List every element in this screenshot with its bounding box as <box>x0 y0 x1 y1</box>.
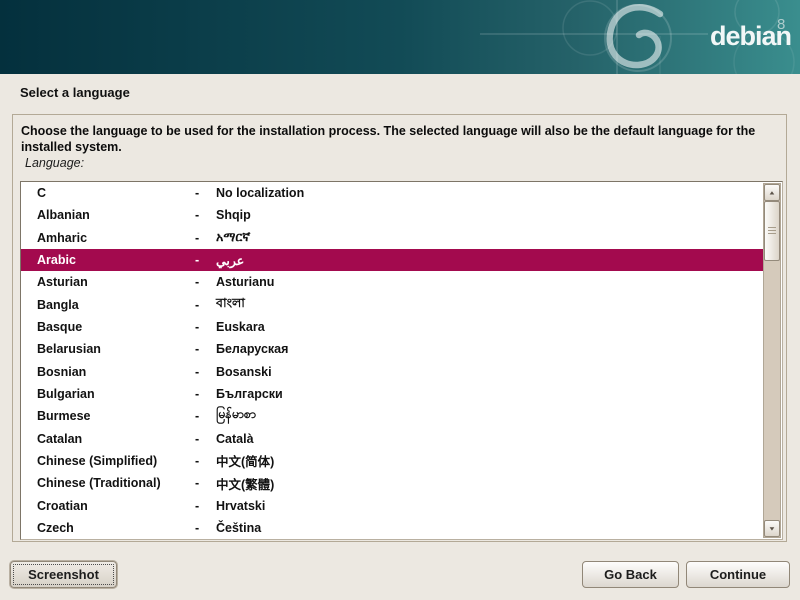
separator-dash: - <box>195 208 216 222</box>
continue-button[interactable]: Continue <box>686 561 790 588</box>
language-native: Euskara <box>216 320 763 334</box>
chevron-up-icon: ▲ <box>768 190 776 196</box>
language-native: မြန်မာစာ <box>216 407 763 425</box>
separator-dash: - <box>195 387 216 401</box>
language-row[interactable]: Bosnian-Bosanski <box>21 361 763 383</box>
language-row[interactable]: Amharic-አማርኛ <box>21 227 763 249</box>
language-native: 中文(繁體) <box>216 474 763 493</box>
language-native: Беларуская <box>216 342 763 356</box>
separator-dash: - <box>195 365 216 379</box>
separator-dash: - <box>195 476 216 490</box>
question-frame: Choose the language to be used for the i… <box>12 114 787 542</box>
separator-dash: - <box>195 275 216 289</box>
separator-dash: - <box>195 521 216 535</box>
language-row[interactable]: Czech-Čeština <box>21 517 763 539</box>
language-name: Czech <box>37 521 195 535</box>
language-name: Arabic <box>37 253 195 267</box>
separator-dash: - <box>195 432 216 446</box>
language-list: C-No localizationAlbanian-ShqipAmharic-አ… <box>20 181 783 540</box>
language-row[interactable]: Bangla-বাংলা <box>21 294 763 316</box>
language-row[interactable]: Croatian-Hrvatski <box>21 494 763 516</box>
header-banner: debian 8 <box>0 0 800 74</box>
page-title: Select a language <box>20 85 130 100</box>
language-row[interactable]: Basque-Euskara <box>21 316 763 338</box>
separator-dash: - <box>195 499 216 513</box>
language-row[interactable]: Asturian-Asturianu <box>21 271 763 293</box>
language-native: Asturianu <box>216 275 763 289</box>
chevron-down-icon: ▼ <box>768 526 776 532</box>
separator-dash: - <box>195 409 216 423</box>
language-native: Hrvatski <box>216 499 763 513</box>
language-name: C <box>37 186 195 200</box>
language-native: Bosanski <box>216 365 763 379</box>
scroll-down-button[interactable]: ▼ <box>764 520 780 537</box>
question-description: Choose the language to be used for the i… <box>21 123 771 155</box>
language-name: Bosnian <box>37 365 195 379</box>
language-native: አማርኛ <box>216 230 763 245</box>
language-row[interactable]: C-No localization <box>21 182 763 204</box>
language-name: Albanian <box>37 208 195 222</box>
language-row[interactable]: Arabic-عربي <box>21 249 763 271</box>
language-native: Български <box>216 387 763 401</box>
scrollbar-grip-icon <box>768 227 776 235</box>
scroll-up-button[interactable]: ▲ <box>764 184 780 201</box>
vertical-scrollbar[interactable]: ▲ ▼ <box>763 183 781 538</box>
language-native: 中文(简体) <box>216 451 763 470</box>
language-native: Shqip <box>216 208 763 222</box>
language-row[interactable]: Catalan-Català <box>21 427 763 449</box>
separator-dash: - <box>195 231 216 245</box>
separator-dash: - <box>195 342 216 356</box>
language-name: Croatian <box>37 499 195 513</box>
scrollbar-thumb[interactable] <box>764 201 780 261</box>
debian-banner-art: debian 8 <box>0 0 800 74</box>
language-name: Basque <box>37 320 195 334</box>
screenshot-button[interactable]: Screenshot <box>10 561 117 588</box>
language-native: No localization <box>216 186 763 200</box>
language-row[interactable]: Burmese-မြန်မာစာ <box>21 405 763 427</box>
language-row[interactable]: Albanian-Shqip <box>21 204 763 226</box>
language-label: Language: <box>25 156 84 170</box>
separator-dash: - <box>195 186 216 200</box>
language-name: Belarusian <box>37 342 195 356</box>
language-native: Català <box>216 432 763 446</box>
language-name: Burmese <box>37 409 195 423</box>
language-rows: C-No localizationAlbanian-ShqipAmharic-አ… <box>21 182 763 539</box>
separator-dash: - <box>195 320 216 334</box>
separator-dash: - <box>195 253 216 267</box>
language-name: Chinese (Traditional) <box>37 476 195 490</box>
language-name: Bulgarian <box>37 387 195 401</box>
debian-version: 8 <box>777 16 785 33</box>
language-row[interactable]: Chinese (Traditional)-中文(繁體) <box>21 472 763 494</box>
language-native: عربي <box>216 253 763 268</box>
separator-dash: - <box>195 298 216 312</box>
language-name: Asturian <box>37 275 195 289</box>
language-name: Bangla <box>37 298 195 312</box>
language-name: Amharic <box>37 231 195 245</box>
language-row[interactable]: Belarusian-Беларуская <box>21 338 763 360</box>
language-row[interactable]: Chinese (Simplified)-中文(简体) <box>21 450 763 472</box>
separator-dash: - <box>195 454 216 468</box>
language-name: Catalan <box>37 432 195 446</box>
language-name: Chinese (Simplified) <box>37 454 195 468</box>
language-native: বাংলা <box>216 295 763 315</box>
go-back-button[interactable]: Go Back <box>582 561 679 588</box>
language-native: Čeština <box>216 521 763 535</box>
language-row[interactable]: Bulgarian-Български <box>21 383 763 405</box>
